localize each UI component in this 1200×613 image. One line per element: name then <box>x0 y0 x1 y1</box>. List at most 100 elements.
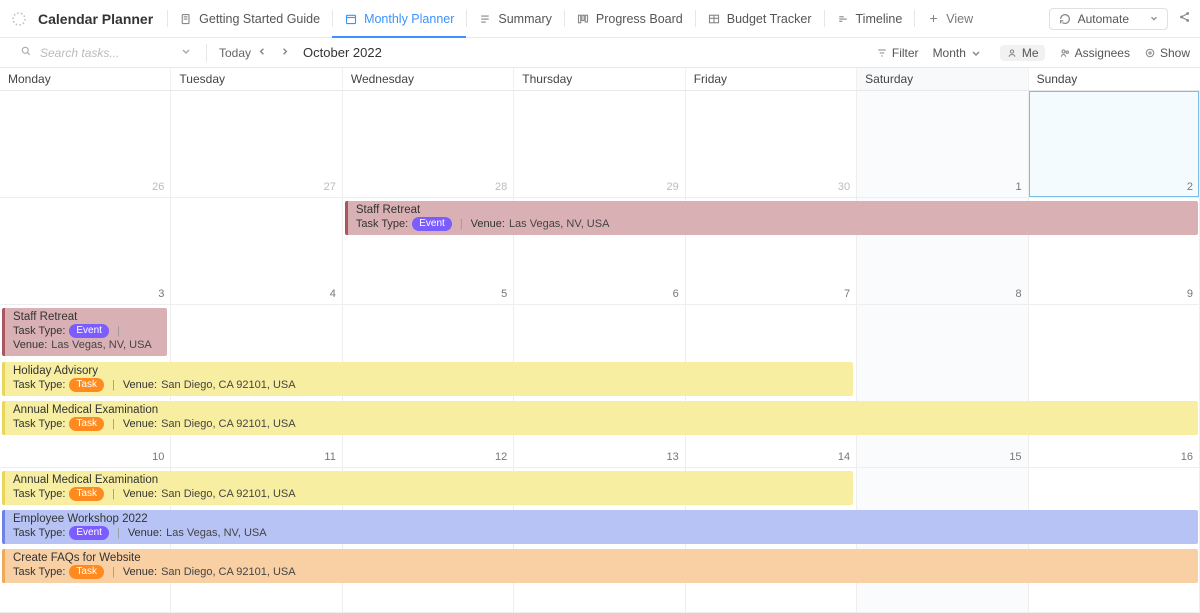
date-number: 13 <box>666 451 678 463</box>
show-label: Show <box>1160 46 1190 60</box>
period-picker[interactable]: Month <box>933 46 986 60</box>
event-venue: Las Vegas, NV, USA <box>51 338 152 352</box>
tab-label: Progress Board <box>596 12 683 26</box>
event-venue: San Diego, CA 92101, USA <box>161 417 296 431</box>
prev-month-button[interactable] <box>253 46 271 60</box>
day-header: Saturday <box>857 68 1028 90</box>
venue-label: Venue: <box>123 487 157 501</box>
task-badge: Task <box>69 378 104 392</box>
tab-label: Monthly Planner <box>364 12 454 26</box>
date-number: 9 <box>1187 288 1193 300</box>
venue-label: Venue: <box>123 417 157 431</box>
task-type-label: Task Type: <box>13 324 65 338</box>
event-staff-retreat-cont[interactable]: Staff Retreat Task Type: Event | Venue: … <box>2 308 167 356</box>
date-number: 10 <box>152 451 164 463</box>
event-title: Annual Medical Examination <box>13 473 847 487</box>
add-view-label: View <box>946 12 973 26</box>
day-cell[interactable]: 3 <box>0 198 171 305</box>
event-title: Annual Medical Examination <box>13 403 1192 417</box>
tab-label: Budget Tracker <box>727 12 812 26</box>
chevron-down-icon <box>1149 12 1159 26</box>
tab-label: Getting Started Guide <box>199 12 320 26</box>
day-header: Sunday <box>1029 68 1200 90</box>
event-venue: San Diego, CA 92101, USA <box>161 565 296 579</box>
date-number: 14 <box>838 451 850 463</box>
list-icon <box>478 12 492 26</box>
automate-button[interactable]: Automate <box>1049 8 1168 30</box>
tab-budget-tracker[interactable]: Budget Tracker <box>695 0 824 37</box>
search-input[interactable] <box>38 45 148 61</box>
chevron-down-icon[interactable] <box>180 45 194 60</box>
tab-summary[interactable]: Summary <box>466 0 563 37</box>
search-icon <box>20 45 38 60</box>
event-title: Staff Retreat <box>356 203 1192 217</box>
show-button[interactable]: Show <box>1144 46 1190 60</box>
venue-label: Venue: <box>123 378 157 392</box>
task-type-label: Task Type: <box>13 417 65 431</box>
event-title: Create FAQs for Website <box>13 551 1192 565</box>
share-icon[interactable] <box>1174 10 1194 27</box>
assignees-button[interactable]: Assignees <box>1059 46 1130 60</box>
day-cell[interactable]: 29 <box>514 91 685 198</box>
venue-label: Venue: <box>13 338 47 352</box>
event-badge: Event <box>412 217 452 231</box>
automate-label: Automate <box>1078 12 1129 26</box>
day-cell[interactable]: 27 <box>171 91 342 198</box>
event-holiday-advisory[interactable]: Holiday Advisory Task Type: Task | Venue… <box>2 362 853 396</box>
day-header: Monday <box>0 68 171 90</box>
date-number: 26 <box>152 181 164 193</box>
task-type-label: Task Type: <box>13 487 65 501</box>
tab-getting-started[interactable]: Getting Started Guide <box>167 0 332 37</box>
calendar-month-title: October 2022 <box>303 45 382 60</box>
day-cell[interactable]: 26 <box>0 91 171 198</box>
task-type-label: Task Type: <box>356 217 408 231</box>
event-venue: Las Vegas, NV, USA <box>509 217 610 231</box>
tab-progress-board[interactable]: Progress Board <box>564 0 695 37</box>
plus-icon <box>926 12 940 26</box>
date-number: 27 <box>324 181 336 193</box>
day-cell-today[interactable]: 2 <box>1029 91 1200 198</box>
venue-label: Venue: <box>128 526 162 540</box>
today-button[interactable]: Today <box>219 46 251 60</box>
day-header: Tuesday <box>171 68 342 90</box>
event-annual-medical[interactable]: Annual Medical Examination Task Type: Ta… <box>2 401 1198 435</box>
day-cell[interactable]: 1 <box>857 91 1028 198</box>
calendar-toolbar: Today October 2022 Filter Month Me Assig… <box>0 38 1200 68</box>
date-number: 12 <box>495 451 507 463</box>
date-number: 4 <box>330 288 336 300</box>
date-number: 8 <box>1015 288 1021 300</box>
event-venue: Las Vegas, NV, USA <box>166 526 267 540</box>
tab-label: Timeline <box>856 12 903 26</box>
me-filter-button[interactable]: Me <box>1000 45 1045 61</box>
tab-label: Summary <box>498 12 551 26</box>
date-number: 7 <box>844 288 850 300</box>
day-header: Wednesday <box>343 68 514 90</box>
date-number: 15 <box>1009 451 1021 463</box>
tab-monthly-planner[interactable]: Monthly Planner <box>332 0 466 37</box>
event-employee-workshop[interactable]: Employee Workshop 2022 Task Type: Event … <box>2 510 1198 544</box>
event-badge: Event <box>69 324 109 338</box>
date-number: 16 <box>1181 451 1193 463</box>
task-badge: Task <box>69 417 104 431</box>
next-month-button[interactable] <box>275 46 293 60</box>
event-title: Employee Workshop 2022 <box>13 512 1192 526</box>
tab-timeline[interactable]: Timeline <box>824 0 915 37</box>
day-cell[interactable]: 16 <box>1029 305 1200 468</box>
day-cell[interactable]: 28 <box>343 91 514 198</box>
event-annual-medical-cont[interactable]: Annual Medical Examination Task Type: Ta… <box>2 471 853 505</box>
add-view-button[interactable]: View <box>914 0 985 37</box>
event-create-faqs[interactable]: Create FAQs for Website Task Type: Task … <box>2 549 1198 583</box>
day-cell[interactable]: 30 <box>686 91 857 198</box>
date-number: 28 <box>495 181 507 193</box>
calendar-icon <box>344 12 358 26</box>
task-type-label: Task Type: <box>13 378 65 392</box>
event-staff-retreat[interactable]: Staff Retreat Task Type: Event | Venue: … <box>345 201 1198 235</box>
filter-button[interactable]: Filter <box>876 46 919 60</box>
event-badge: Event <box>69 526 109 540</box>
event-title: Staff Retreat <box>13 310 161 324</box>
calendar-grid: 26 27 28 29 30 1 2 3 4 5 6 7 8 9 10 11 1… <box>0 91 1200 613</box>
day-cell[interactable]: 4 <box>171 198 342 305</box>
date-number: 6 <box>673 288 679 300</box>
day-cell[interactable]: 15 <box>857 305 1028 468</box>
board-icon <box>576 12 590 26</box>
